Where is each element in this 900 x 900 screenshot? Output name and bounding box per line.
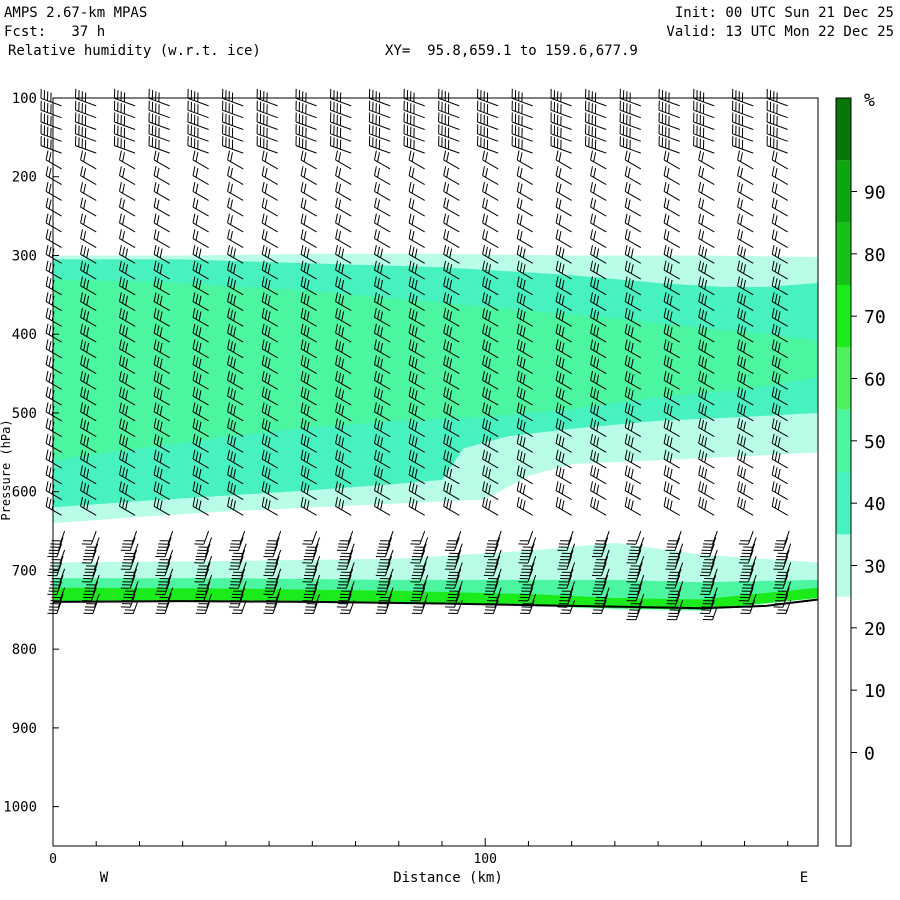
y-tick-label: 100	[12, 91, 37, 107]
cross-section-chart: 1002003004005006007008009001000 0 100 Pre…	[0, 88, 886, 886]
y-tick-label: 900	[12, 721, 37, 737]
x-tick-label: 100	[473, 852, 496, 867]
x-tick-label: 0	[49, 852, 57, 867]
colorbar-swatch	[836, 534, 851, 597]
colorbar-label: 40	[864, 494, 886, 515]
colorbar-swatch	[836, 596, 851, 659]
y-tick-label: 1000	[3, 800, 37, 816]
colorbar-label: 70	[864, 307, 886, 328]
y-tick-label: 500	[12, 406, 37, 422]
colorbar-swatch	[836, 409, 851, 472]
colorbar-swatch	[836, 472, 851, 535]
y-axis-label: Pressure (hPa)	[0, 419, 13, 520]
y-tick-label: 400	[12, 327, 37, 343]
colorbar-swatch	[836, 285, 851, 348]
x-end-label-east: E	[800, 870, 808, 886]
colorbar-label: 90	[864, 183, 886, 204]
y-tick-label: 600	[12, 485, 37, 501]
colorbar-swatch	[836, 347, 851, 410]
y-tick-label: 200	[12, 170, 37, 186]
colorbar-label: 10	[864, 681, 886, 702]
colorbar-label: 30	[864, 557, 886, 578]
colorbar-unit: %	[864, 90, 875, 111]
x-axis-label: Distance (km)	[393, 870, 503, 886]
colorbar-label: 20	[864, 619, 886, 640]
x-end-label-west: W	[100, 870, 109, 886]
colorbar-swatch	[836, 160, 851, 223]
plot-area	[40, 88, 819, 847]
colorbar-swatch	[836, 721, 851, 784]
y-tick-label: 700	[12, 563, 37, 579]
colorbar-swatch	[836, 659, 851, 722]
colorbar: 0 10 20 30 40 50 60 70 80 90	[835, 97, 886, 847]
colorbar-swatch	[836, 98, 851, 161]
y-tick-label: 800	[12, 642, 37, 658]
y-tick-label: 300	[12, 248, 37, 264]
colorbar-label: 50	[864, 432, 886, 453]
colorbar-label: 60	[864, 370, 886, 391]
colorbar-label: 0	[864, 744, 875, 765]
colorbar-label: 80	[864, 245, 886, 266]
colorbar-swatch	[836, 783, 851, 846]
colorbar-swatch	[836, 222, 851, 285]
